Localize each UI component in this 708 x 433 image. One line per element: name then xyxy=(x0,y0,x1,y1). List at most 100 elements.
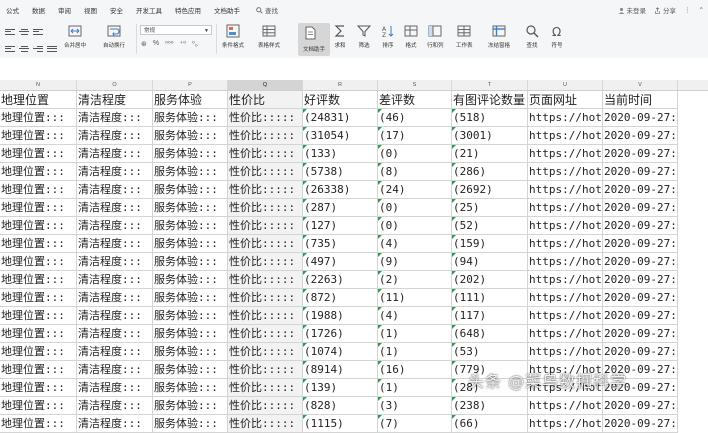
timestamp-cell[interactable]: 2020-09-27:12:48 xyxy=(603,325,678,343)
url-cell[interactable]: https://hote xyxy=(528,307,603,325)
url-cell[interactable]: https://hote xyxy=(528,127,603,145)
timestamp-cell[interactable]: 2020-09-27:12:45 xyxy=(603,253,678,271)
service-cell[interactable]: 服务体验::: xyxy=(153,109,228,127)
format-button[interactable]: 格式 xyxy=(404,24,418,49)
positive-count-cell[interactable]: (5738) xyxy=(303,163,378,181)
negative-count-cell[interactable]: (1) xyxy=(378,379,452,397)
column-header-o[interactable]: O xyxy=(77,80,153,90)
negative-count-cell[interactable]: (0) xyxy=(378,217,452,235)
timestamp-cell[interactable]: 2020-09-27:12:46 xyxy=(603,289,678,307)
url-cell[interactable]: https://hote xyxy=(528,325,603,343)
share-button[interactable]: 分享 xyxy=(654,5,676,15)
menu-tab-view[interactable]: 视图 xyxy=(84,5,97,15)
positive-count-cell[interactable]: (497) xyxy=(303,253,378,271)
location-cell[interactable]: 地理位置::: xyxy=(0,379,77,397)
service-cell[interactable]: 服务体验::: xyxy=(153,379,228,397)
align-top-icon[interactable] xyxy=(5,27,15,35)
header-cell[interactable]: 地理位置 xyxy=(0,91,77,109)
header-cell[interactable]: 好评数 xyxy=(303,91,378,109)
value-cell[interactable]: 性价比::::: xyxy=(228,199,303,217)
cleanliness-cell[interactable]: 清洁程度::: xyxy=(77,199,153,217)
header-cell[interactable]: 差评数 xyxy=(378,91,452,109)
service-cell[interactable]: 服务体验::: xyxy=(153,289,228,307)
align-right-icon[interactable] xyxy=(33,44,43,52)
header-cell[interactable]: 当前时间 xyxy=(603,91,678,109)
negative-count-cell[interactable]: (1) xyxy=(378,343,452,361)
cleanliness-cell[interactable]: 清洁程度::: xyxy=(77,289,153,307)
location-cell[interactable]: 地理位置::: xyxy=(0,289,77,307)
negative-count-cell[interactable]: (1) xyxy=(378,325,452,343)
service-cell[interactable]: 服务体验::: xyxy=(153,181,228,199)
positive-count-cell[interactable]: (31054) xyxy=(303,127,378,145)
freeze-panes-button[interactable]: 冻结窗格 xyxy=(488,24,510,49)
negative-count-cell[interactable]: (0) xyxy=(378,199,452,217)
value-cell[interactable]: 性价比::::: xyxy=(228,127,303,145)
value-cell[interactable]: 性价比::::: xyxy=(228,217,303,235)
timestamp-cell[interactable]: 2020-09-27:12:51 xyxy=(603,415,678,433)
positive-count-cell[interactable]: (133) xyxy=(303,145,378,163)
negative-count-cell[interactable]: (46) xyxy=(378,109,452,127)
service-cell[interactable]: 服务体验::: xyxy=(153,127,228,145)
cleanliness-cell[interactable]: 清洁程度::: xyxy=(77,253,153,271)
positive-count-cell[interactable]: (24831) xyxy=(303,109,378,127)
column-header-t[interactable]: T xyxy=(452,80,528,90)
negative-count-cell[interactable]: (2) xyxy=(378,271,452,289)
url-cell[interactable]: https://hote xyxy=(528,415,603,433)
more-options-icon[interactable]: ⋮ xyxy=(684,6,691,14)
negative-count-cell[interactable]: (17) xyxy=(378,127,452,145)
location-cell[interactable]: 地理位置::: xyxy=(0,343,77,361)
menu-tab-doc-helper[interactable]: 文档助手 xyxy=(214,5,240,15)
cleanliness-cell[interactable]: 清洁程度::: xyxy=(77,163,153,181)
service-cell[interactable]: 服务体验::: xyxy=(153,415,228,433)
service-cell[interactable]: 服务体验::: xyxy=(153,199,228,217)
location-cell[interactable]: 地理位置::: xyxy=(0,253,77,271)
location-cell[interactable]: 地理位置::: xyxy=(0,361,77,379)
value-cell[interactable]: 性价比::::: xyxy=(228,235,303,253)
service-cell[interactable]: 服务体验::: xyxy=(153,307,228,325)
column-header-v[interactable]: V xyxy=(603,80,678,90)
header-cell[interactable]: 有图评论数量 xyxy=(452,91,528,109)
currency-icon[interactable]: ⊛ xyxy=(141,40,147,48)
value-cell[interactable]: 性价比::::: xyxy=(228,325,303,343)
menu-tab-features[interactable]: 特色应用 xyxy=(175,5,201,15)
positive-count-cell[interactable]: (1988) xyxy=(303,307,378,325)
column-header-s[interactable]: S xyxy=(378,80,452,90)
value-cell[interactable]: 性价比::::: xyxy=(228,253,303,271)
url-cell[interactable]: https://hote xyxy=(528,217,603,235)
photo-review-count-cell[interactable]: (648) xyxy=(452,325,528,343)
align-bottom-icon[interactable] xyxy=(33,27,43,35)
url-cell[interactable]: https://hote xyxy=(528,145,603,163)
positive-count-cell[interactable]: (26338) xyxy=(303,181,378,199)
location-cell[interactable]: 地理位置::: xyxy=(0,127,77,145)
positive-count-cell[interactable]: (2263) xyxy=(303,271,378,289)
negative-count-cell[interactable]: (4) xyxy=(378,307,452,325)
positive-count-cell[interactable]: (287) xyxy=(303,199,378,217)
service-cell[interactable]: 服务体验::: xyxy=(153,217,228,235)
url-cell[interactable]: https://hote xyxy=(528,289,603,307)
location-cell[interactable]: 地理位置::: xyxy=(0,199,77,217)
value-cell[interactable]: 性价比::::: xyxy=(228,379,303,397)
location-cell[interactable]: 地理位置::: xyxy=(0,325,77,343)
url-cell[interactable]: https://hote xyxy=(528,343,603,361)
service-cell[interactable]: 服务体验::: xyxy=(153,361,228,379)
photo-review-count-cell[interactable]: (3001) xyxy=(452,127,528,145)
location-cell[interactable]: 地理位置::: xyxy=(0,307,77,325)
photo-review-count-cell[interactable]: (117) xyxy=(452,307,528,325)
value-cell[interactable]: 性价比::::: xyxy=(228,343,303,361)
location-cell[interactable]: 地理位置::: xyxy=(0,181,77,199)
column-header-r[interactable]: R xyxy=(303,80,378,90)
photo-review-count-cell[interactable]: (94) xyxy=(452,253,528,271)
positive-count-cell[interactable]: (735) xyxy=(303,235,378,253)
sort-button[interactable]: AZ 排序 xyxy=(381,24,395,49)
negative-count-cell[interactable]: (8) xyxy=(378,163,452,181)
timestamp-cell[interactable]: 2020-09-27:12:40 xyxy=(603,127,678,145)
photo-review-count-cell[interactable]: (159) xyxy=(452,235,528,253)
timestamp-cell[interactable]: 2020-09-27:12:43 xyxy=(603,217,678,235)
positive-count-cell[interactable]: (139) xyxy=(303,379,378,397)
url-cell[interactable]: https://hote xyxy=(528,163,603,181)
table-style-button[interactable]: 表格样式 xyxy=(258,24,280,49)
cleanliness-cell[interactable]: 清洁程度::: xyxy=(77,109,153,127)
positive-count-cell[interactable]: (1726) xyxy=(303,325,378,343)
timestamp-cell[interactable]: 2020-09-27:12:47 xyxy=(603,307,678,325)
url-cell[interactable]: https://hote xyxy=(528,199,603,217)
